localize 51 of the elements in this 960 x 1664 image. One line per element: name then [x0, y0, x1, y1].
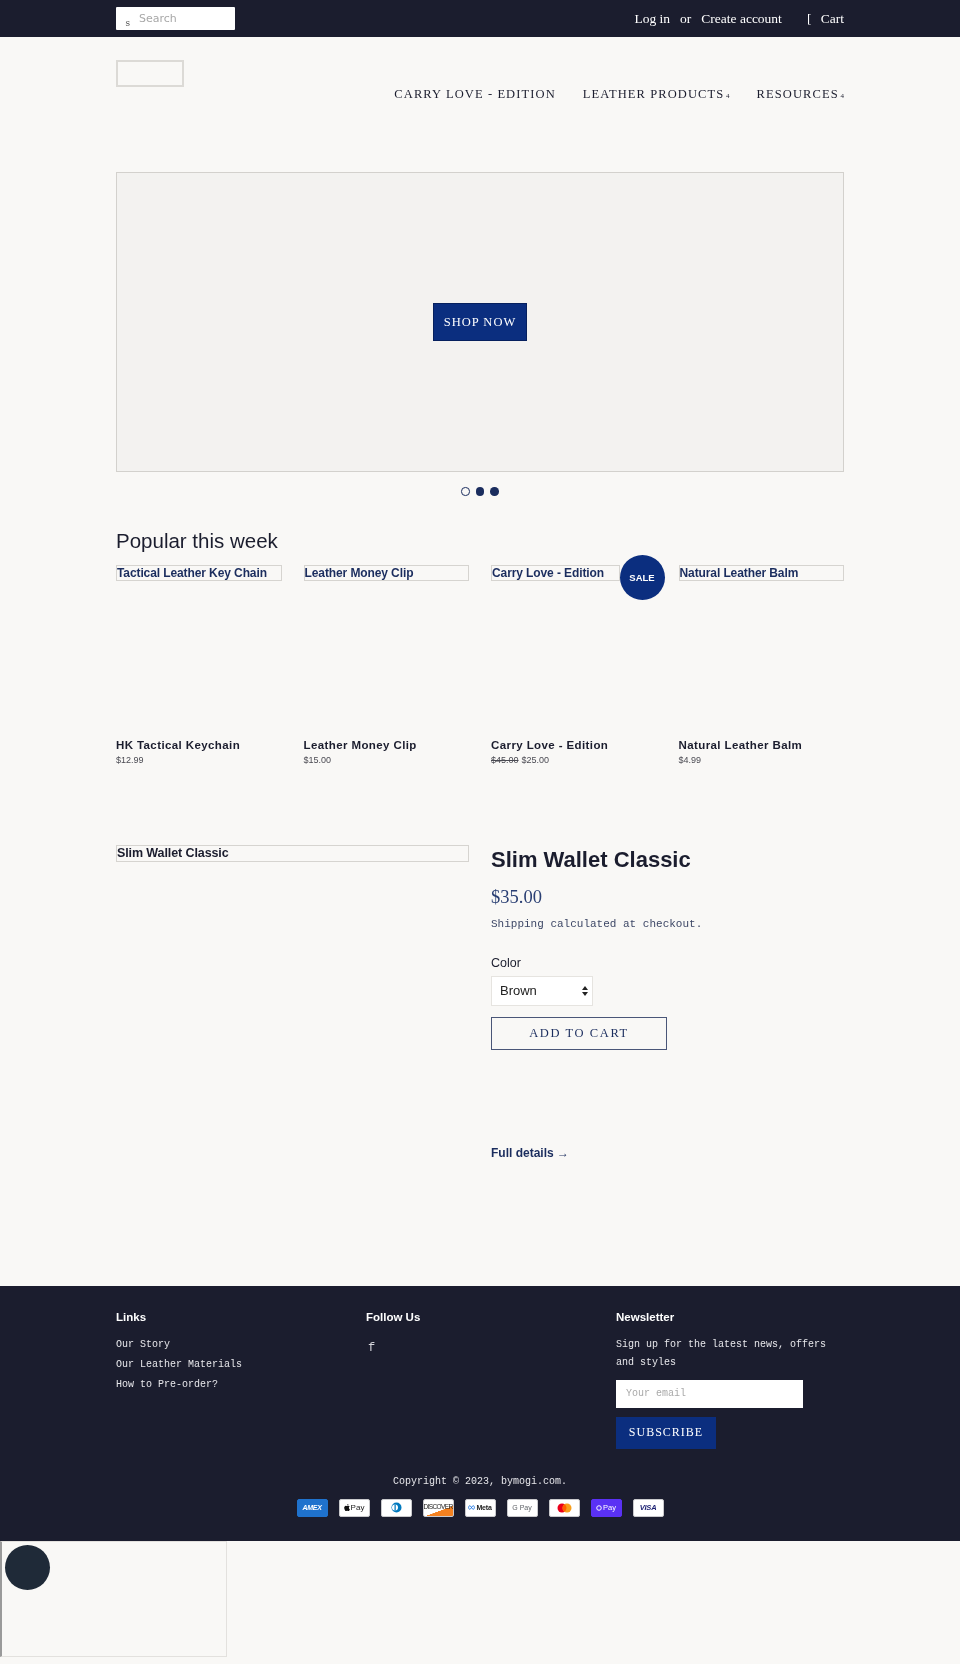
login-link[interactable]: Log in: [634, 10, 671, 27]
product-title: Slim Wallet Classic: [491, 845, 691, 874]
product-image[interactable]: Tactical Leather Key Chain: [116, 564, 282, 581]
copyright-text: Copyright © 2023, bymogi.com.: [393, 1475, 567, 1487]
apple-icon: [343, 1504, 350, 1511]
footer-link[interactable]: How to Pre-order?: [116, 1374, 219, 1395]
updown-icon: [582, 985, 588, 996]
footer-link[interactable]: Our Story: [116, 1334, 170, 1355]
separator-text: or: [680, 10, 692, 27]
product-image: Slim Wallet Classic: [116, 844, 469, 862]
product-image[interactable]: Carry Love - Edition: [491, 564, 620, 581]
create-account-link[interactable]: Create account: [701, 10, 782, 27]
compare-price: $45.00: [491, 753, 519, 767]
sale-badge: SALE: [619, 554, 665, 600]
slide-dot[interactable]: [490, 487, 499, 496]
subscribe-button[interactable]: SUBSCRIBE: [616, 1416, 716, 1449]
shop-now-button[interactable]: SHOP NOW: [433, 303, 527, 341]
overlapping-circles-icon: [556, 1502, 572, 1513]
add-to-cart-button[interactable]: ADD TO CART: [491, 1016, 667, 1050]
footer-heading: Follow Us: [366, 1309, 421, 1324]
social-link[interactable]: f: [366, 1337, 378, 1358]
product-title[interactable]: Carry Love - Edition: [491, 736, 657, 753]
cart-link[interactable]: [ Cart: [806, 10, 844, 27]
product-title[interactable]: Natural Leather Balm: [678, 736, 844, 753]
ring-icon: [596, 1504, 603, 1511]
search-icon: s: [125, 20, 131, 29]
infinity-icon: [468, 1505, 476, 1510]
footer-link[interactable]: Our Leather Materials: [116, 1354, 243, 1375]
slide-dot[interactable]: [475, 487, 485, 496]
footer-heading: Links: [116, 1309, 147, 1324]
circle-icon: [5, 1544, 50, 1590]
split-circle-icon: [389, 1502, 403, 1513]
footer-heading: Newsletter: [616, 1309, 675, 1324]
newsletter-text: Sign up for the latest news, offers and styles: [616, 1337, 828, 1370]
email-field[interactable]: Your email: [616, 1379, 803, 1408]
product-image[interactable]: Natural Leather Balm: [678, 564, 844, 581]
product-price: $12.99: [116, 753, 144, 767]
product-title[interactable]: HK Tactical Keychain: [116, 736, 282, 753]
product-price: $25.00: [521, 753, 550, 767]
product-price: $35.00: [491, 885, 542, 909]
shipping-note: Shipping calculated at checkout.: [491, 916, 703, 932]
color-select[interactable]: Brown: [491, 975, 593, 1006]
full-details-link[interactable]: Full details →: [491, 1144, 570, 1161]
nav-link[interactable]: CARRY LOVE - EDITION: [394, 86, 556, 104]
section-heading: Popular this week: [116, 528, 279, 553]
product-title[interactable]: Leather Money Clip: [303, 736, 469, 753]
payment-label: Pay: [350, 1503, 365, 1512]
product-price: $15.00: [303, 753, 332, 767]
product-price: $4.99: [678, 753, 702, 767]
product-image[interactable]: Leather Money Clip: [303, 564, 469, 581]
option-label: Color: [491, 954, 521, 971]
